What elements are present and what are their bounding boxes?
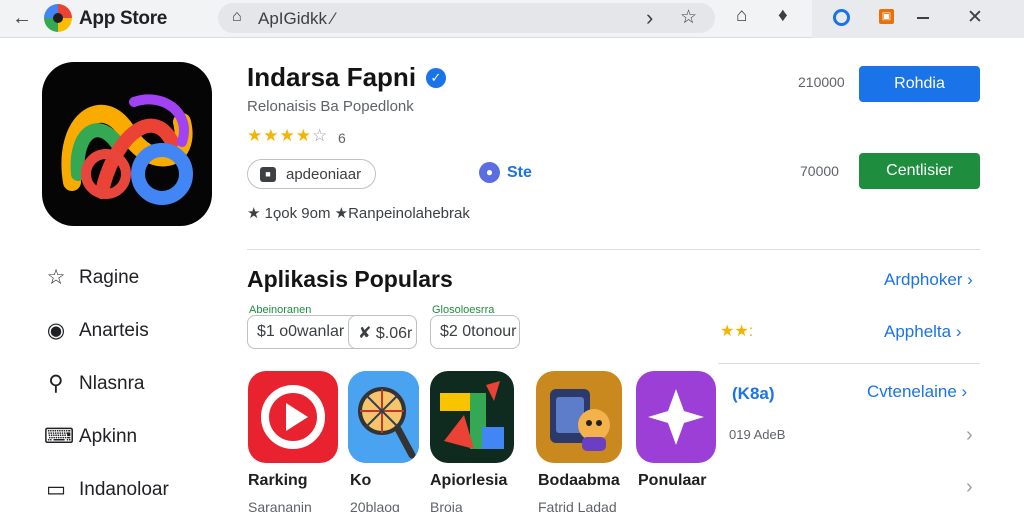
app-label: Ko [350, 472, 372, 489]
app-subtitle: Sarananin [248, 499, 312, 512]
lock-icon: ⌂ [232, 8, 242, 25]
sidebar-item-label: Anarteis [79, 320, 149, 341]
price-chip[interactable]: ✘ $.06r [348, 315, 417, 349]
section-divider [718, 363, 980, 364]
address-bar[interactable]: ⌂ ApIGidkk ⁄ › ☆ [218, 3, 715, 33]
sidebar-item-label: Nlasnra [79, 373, 145, 394]
app-label: Bodaabma [538, 472, 620, 489]
character-device-icon [550, 389, 610, 451]
bookmark-star-icon[interactable]: ☆ [680, 6, 697, 29]
monitor-icon: ▭ [46, 478, 66, 501]
section-divider [247, 249, 980, 250]
chevron-right-icon: › [961, 382, 968, 401]
app-subtitle: Fatrid Ladad [538, 499, 617, 512]
sidebar-item-ragine[interactable]: ☆ Ragine [44, 263, 214, 293]
home-icon[interactable]: ⌂ [736, 5, 747, 27]
app-hero-icon [42, 62, 212, 226]
small-rating-text: 019 AdeB [729, 427, 786, 442]
extension-puzzle-icon[interactable]: ♦ [778, 5, 788, 27]
forward-icon[interactable]: › [646, 5, 653, 31]
app-label: Ponulaar [638, 472, 707, 489]
price-chip-text: ✘ $.06r [358, 325, 413, 342]
section-link-2[interactable]: Apphelta › [884, 322, 962, 342]
url-text[interactable]: ApIGidkk ⁄ [258, 9, 335, 29]
app-meta-info: ★ 1ϙok 9om ★Ranpeinolahebrak [247, 205, 470, 222]
section-title: Aplikasis Populars [247, 266, 453, 292]
app-tile-bodaabma[interactable] [536, 371, 622, 463]
price-chip-text: $2 0tonour [440, 323, 517, 340]
app-tile-ko[interactable] [348, 371, 419, 463]
app-subtitle: Broia [430, 499, 463, 512]
chevron-right-icon[interactable]: › [966, 476, 973, 499]
section-link-1[interactable]: Ardphoker › [884, 270, 973, 290]
colorful-shapes-icon [440, 381, 504, 449]
primary-action-button[interactable]: Rohdia [859, 66, 980, 102]
sidebar-item-label: Apkinn [79, 426, 138, 447]
app-store-logo-icon [44, 4, 72, 32]
category-chip-label: apdeoniaar [286, 166, 362, 183]
magnifier-wheel-icon [348, 371, 419, 463]
chevron-right-icon: › [955, 322, 962, 341]
price-chip[interactable]: $2 0tonour [430, 315, 520, 349]
site-globe-icon[interactable]: ● [479, 162, 500, 183]
sidebar-item-anarteis[interactable]: ◉ Anarteis [44, 316, 214, 346]
window-title: App Store [79, 8, 168, 29]
close-icon[interactable]: ✕ [967, 6, 983, 29]
sparkle-icon [648, 389, 704, 445]
orange-extension-icon[interactable]: ▣ [879, 9, 894, 24]
app-tile-rarking[interactable] [248, 371, 338, 463]
mini-rating: ★★: [720, 323, 754, 340]
sidebar-item-apkinn[interactable]: ⌨ Apkinn [44, 422, 214, 452]
shield-chat-icon: ◉ [46, 319, 66, 342]
section-link-3[interactable]: Cvtenelaine › [867, 382, 967, 402]
rating-count: 6 [338, 130, 346, 146]
link-3-badge[interactable]: (K8a) [732, 384, 775, 404]
keyboard-icon: ⌨ [44, 425, 75, 448]
rating-stars: ★★★★☆ [247, 126, 329, 145]
app-name: Indarsa Fapni [247, 62, 417, 92]
back-arrow-icon[interactable]: ← [12, 7, 32, 30]
browser-toolbar: ← App Store ⌂ ApIGidkk ⁄ › ☆ ⌂ ♦ ▣ ✕ [0, 0, 1024, 38]
sidebar-item-indanoloar[interactable]: ▭ Indanoloar [44, 475, 214, 505]
app-subtitle: 20blaog [350, 499, 400, 512]
circle-extension-icon[interactable] [833, 9, 850, 26]
secondary-action-button[interactable]: Centlisier [859, 153, 980, 189]
chevron-right-icon: › [967, 270, 973, 289]
app-label: Apiorlesia [430, 472, 508, 489]
category-chip[interactable]: ■ apdeoniaar [247, 159, 376, 189]
verified-badge-icon: ✓ [426, 68, 446, 88]
price-chip-text: $1 o0wanlar [257, 323, 345, 340]
star-outline-icon: ☆ [46, 266, 66, 289]
developer-name[interactable]: Relonaisis Ba Popedlonk [247, 98, 414, 115]
app-tile-ponulaar[interactable] [636, 371, 716, 463]
sidebar-item-label: Ragine [79, 267, 140, 288]
search-icon: ⚲ [48, 372, 64, 395]
sidebar-item-nlasnra[interactable]: ⚲ Nlasnra [44, 369, 214, 399]
price-bottom: 70000 [800, 163, 839, 179]
category-icon: ■ [260, 167, 276, 182]
app-tile-apiorlesia[interactable] [430, 371, 514, 463]
minimize-icon[interactable] [917, 17, 929, 19]
app-label: Rarking [248, 472, 308, 489]
site-link[interactable]: Ste [507, 164, 532, 182]
price-top: 210000 [798, 74, 845, 90]
play-logo-icon [261, 385, 325, 449]
chevron-right-icon[interactable]: › [966, 424, 973, 447]
sidebar-item-label: Indanoloar [79, 479, 169, 500]
